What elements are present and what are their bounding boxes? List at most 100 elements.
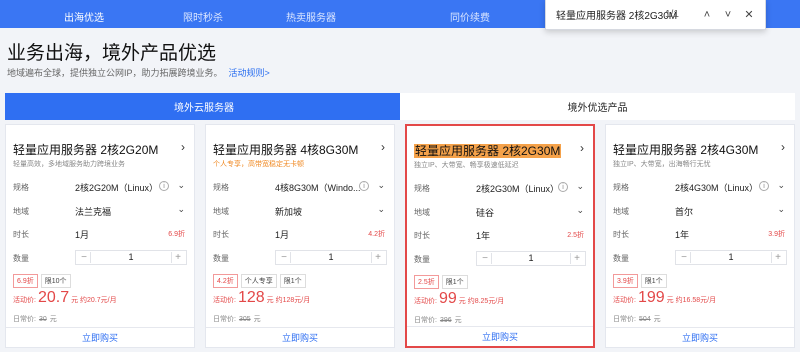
region-row[interactable]: 地域 法兰克福 ⌄ xyxy=(13,203,187,219)
quantity-label: 数量 xyxy=(414,255,430,264)
quantity-value[interactable]: 1 xyxy=(276,252,386,262)
chevron-down-icon[interactable]: ⌄ xyxy=(777,180,785,191)
tab-renew[interactable]: 同价续费 xyxy=(450,9,490,24)
price-note: 元 约8.25元/月 xyxy=(458,298,505,305)
spec-row[interactable]: 规格 2核2G30M（Linux） i ⌄ xyxy=(414,180,586,196)
chevron-down-icon[interactable]: ⌄ xyxy=(177,180,185,191)
tab-overseas-products[interactable]: 境外优选产品 xyxy=(400,93,795,120)
find-next-icon[interactable]: ˅ xyxy=(720,7,736,23)
duration-select[interactable]: 1年 xyxy=(476,229,490,242)
activity-price: 活动价: 199 元 约16.58元/月 xyxy=(613,289,716,307)
quantity-row: 数量 − 1 + xyxy=(213,250,387,266)
region-select[interactable]: 新加坡 xyxy=(275,205,302,218)
quantity-stepper[interactable]: − 1 + xyxy=(476,251,586,266)
card-desc: 轻量高效，多地域服务助力跨境业务 xyxy=(13,161,125,168)
info-icon[interactable]: i xyxy=(359,181,369,191)
tab-hot-servers[interactable]: 热卖服务器 xyxy=(286,9,336,24)
card-title[interactable]: 轻量应用服务器 2核2G20M xyxy=(13,141,158,158)
spec-select[interactable]: 2核2G20M（Linux） xyxy=(75,181,158,194)
buy-now-button[interactable]: 立即购买 xyxy=(407,326,593,346)
duration-select[interactable]: 1月 xyxy=(75,228,89,241)
find-prev-icon[interactable]: ˄ xyxy=(699,7,715,23)
duration-row[interactable]: 时长 1月 4.2折 xyxy=(213,226,387,242)
chevron-down-icon[interactable]: ⌄ xyxy=(576,181,584,192)
spec-row[interactable]: 规格 2核2G20M（Linux） i ⌄ xyxy=(13,179,187,195)
card-title-text: 轻量应用服务器 2核4G30M xyxy=(613,143,759,157)
chevron-right-icon[interactable]: › xyxy=(781,140,785,154)
plus-button[interactable]: + xyxy=(570,253,583,264)
spec-select[interactable]: 4核8G30M（Windo... xyxy=(275,181,361,194)
price-note: 元 约16.58元/月 xyxy=(666,297,717,304)
spec-select[interactable]: 2核4G30M（Linux） xyxy=(675,181,758,194)
tab-overseas-cloud[interactable]: 境外云服务器 xyxy=(5,93,409,120)
price-value: 20.7 xyxy=(37,289,70,306)
price-value: 199 xyxy=(637,289,665,306)
chevron-down-icon[interactable]: ⌄ xyxy=(377,180,385,191)
card-desc: 独立IP、大带宽、畅享极速低延迟 xyxy=(414,162,519,169)
info-icon[interactable]: i xyxy=(558,182,568,192)
region-select[interactable]: 硅谷 xyxy=(476,206,494,219)
daily-price-label: 日常价: xyxy=(13,316,36,323)
quantity-value[interactable]: 1 xyxy=(676,252,786,262)
find-close-icon[interactable]: ✕ xyxy=(741,7,757,23)
duration-row[interactable]: 时长 1年 2.5折 xyxy=(414,227,586,243)
quantity-stepper[interactable]: − 1 + xyxy=(75,250,187,265)
tab-flash-sale[interactable]: 限时秒杀 xyxy=(183,9,223,24)
product-card: 轻量应用服务器 2核2G30M › 独立IP、大带宽、畅享极速低延迟 规格 2核… xyxy=(405,124,595,348)
daily-price-label: 日常价: xyxy=(414,317,437,324)
chevron-down-icon[interactable]: ⌄ xyxy=(576,205,584,216)
find-count: 1/1 xyxy=(665,9,679,20)
plus-button[interactable]: + xyxy=(371,252,384,263)
plus-button[interactable]: + xyxy=(771,252,784,263)
card-title[interactable]: 轻量应用服务器 2核4G30M xyxy=(613,141,758,158)
duration-select[interactable]: 1月 xyxy=(275,228,289,241)
duration-select[interactable]: 1年 xyxy=(675,228,689,241)
card-desc: 个人专享，高带宽稳定无卡顿 xyxy=(213,161,304,168)
orig-price: 305 xyxy=(238,316,251,323)
info-icon[interactable]: i xyxy=(759,181,769,191)
plus-button[interactable]: + xyxy=(171,252,184,263)
spec-select[interactable]: 2核2G30M（Linux） xyxy=(476,182,559,195)
duration-row[interactable]: 时长 1年 3.9折 xyxy=(613,226,787,242)
quantity-stepper[interactable]: − 1 + xyxy=(675,250,787,265)
info-icon[interactable]: i xyxy=(159,181,169,191)
buy-now-button[interactable]: 立即购买 xyxy=(206,327,394,347)
quantity-value[interactable]: 1 xyxy=(76,252,186,262)
duration-discount: 2.5折 xyxy=(567,232,584,239)
region-row[interactable]: 地域 首尔 ⌄ xyxy=(613,203,787,219)
duration-row[interactable]: 时长 1月 6.9折 xyxy=(13,226,187,242)
orig-unit: 元 xyxy=(653,316,661,323)
chevron-down-icon[interactable]: ⌄ xyxy=(377,204,385,215)
duration-label: 时长 xyxy=(13,230,29,239)
buy-now-button[interactable]: 立即购买 xyxy=(6,327,194,347)
tab-overseas[interactable]: 出海优选 xyxy=(64,9,104,24)
find-input[interactable]: 轻量应用服务器 2核2G30M xyxy=(556,7,677,22)
buy-now-button[interactable]: 立即购买 xyxy=(606,327,794,347)
card-tag: 限10个 xyxy=(40,274,71,288)
quantity-value[interactable]: 1 xyxy=(477,253,585,263)
page-subtitle: 地域遍布全球，提供独立公网IP，助力拓展跨境业务。 活动规则> xyxy=(7,66,270,79)
card-title[interactable]: 轻量应用服务器 4核8G30M xyxy=(213,141,358,158)
card-tag: 个人专享 xyxy=(240,274,277,288)
find-highlight: 轻量应用服务器 2核2G30M xyxy=(414,144,562,158)
chevron-right-icon[interactable]: › xyxy=(381,140,385,154)
spec-row[interactable]: 规格 2核4G30M（Linux） i ⌄ xyxy=(613,179,787,195)
region-row[interactable]: 地域 硅谷 ⌄ xyxy=(414,204,586,220)
card-tag: 4.2折 xyxy=(213,274,238,288)
region-select[interactable]: 法兰克福 xyxy=(75,205,111,218)
chevron-down-icon[interactable]: ⌄ xyxy=(177,204,185,215)
chevron-right-icon[interactable]: › xyxy=(580,141,584,155)
card-title[interactable]: 轻量应用服务器 2核2G30M xyxy=(414,142,562,159)
chevron-down-icon[interactable]: ⌄ xyxy=(777,204,785,215)
region-select[interactable]: 首尔 xyxy=(675,205,693,218)
quantity-stepper[interactable]: − 1 + xyxy=(275,250,387,265)
region-row[interactable]: 地域 新加坡 ⌄ xyxy=(213,203,387,219)
rules-link[interactable]: 活动规则> xyxy=(229,68,270,78)
activity-price: 活动价: 99 元 约8.25元/月 xyxy=(414,290,504,308)
price-value: 128 xyxy=(237,289,265,306)
spec-row[interactable]: 规格 4核8G30M（Windo... i ⌄ xyxy=(213,179,387,195)
chevron-right-icon[interactable]: › xyxy=(181,140,185,154)
activity-price: 活动价: 20.7 元 约20.7元/月 xyxy=(13,289,117,307)
price-value: 99 xyxy=(438,290,457,307)
daily-price-label: 日常价: xyxy=(213,316,236,323)
